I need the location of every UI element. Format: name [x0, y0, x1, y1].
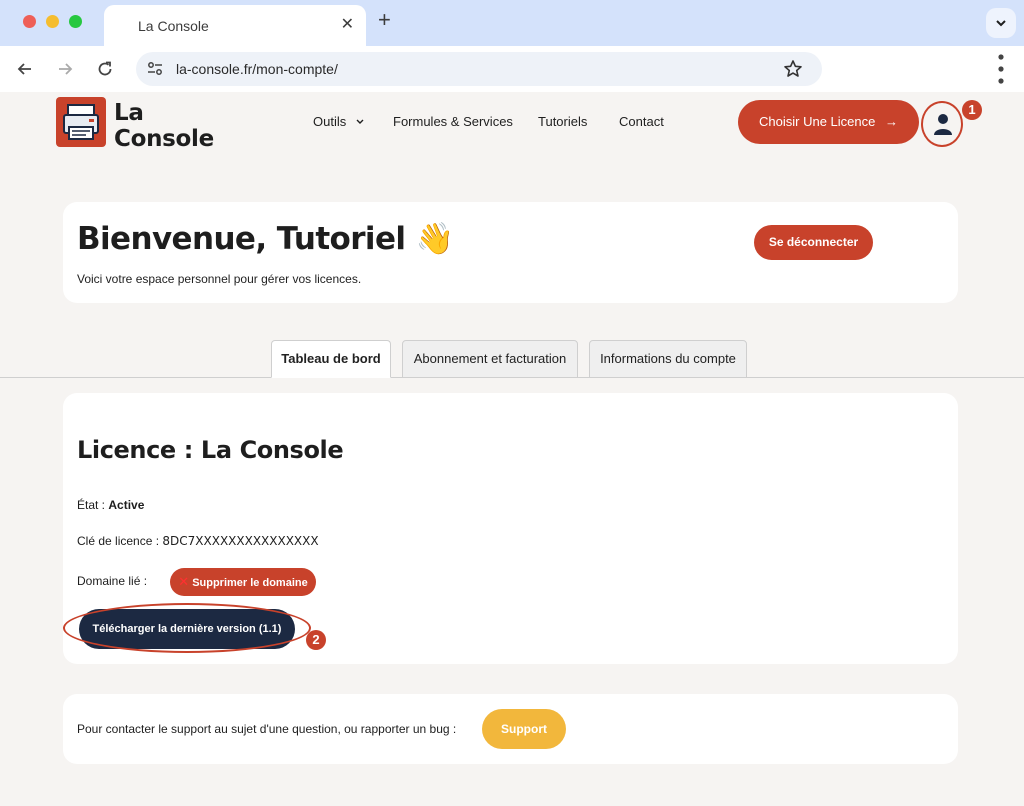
browser-toolbar: la-console.fr/mon-compte/	[0, 46, 1024, 92]
highlight-ring	[63, 603, 311, 653]
welcome-subtitle: Voici votre espace personnel pour gérer …	[77, 272, 362, 286]
page-content: La Console Outils Formules & Services Tu…	[0, 92, 1024, 806]
licence-card: Licence : La Console État : Active Clé d…	[63, 393, 958, 664]
tab-close-icon[interactable]: ✕	[341, 14, 354, 34]
tab-search-button[interactable]	[986, 8, 1016, 38]
back-arrow-icon[interactable]	[15, 59, 35, 79]
delete-domain-button[interactable]: ✕ Supprimer le domaine	[170, 568, 316, 596]
window-maximize-icon[interactable]	[69, 15, 82, 28]
logo-line-1: La	[114, 100, 144, 126]
url-text: la-console.fr/mon-compte/	[176, 61, 338, 77]
licence-key-label: Clé de licence :	[77, 534, 163, 548]
new-tab-icon[interactable]: +	[378, 9, 391, 31]
welcome-card: Bienvenue, Tutoriel 👋 Voici votre espace…	[63, 202, 958, 303]
step-badge-2: 2	[306, 630, 326, 650]
support-button[interactable]: Support	[482, 709, 566, 749]
delete-domain-label: Supprimer le domaine	[192, 577, 308, 589]
linked-domain-label: Domaine lié :	[77, 574, 148, 588]
nav-item-contact[interactable]: Contact	[619, 114, 664, 129]
choose-licence-label: Choisir Une Licence	[759, 114, 876, 129]
browser-tabbar: La Console ✕ +	[0, 0, 1024, 46]
tab-dashboard[interactable]: Tableau de bord	[271, 340, 391, 378]
printer-logo-icon	[56, 97, 106, 147]
logo-line-2: Console	[114, 126, 214, 152]
browser-tab[interactable]: La Console ✕	[104, 5, 366, 46]
tab-account-info[interactable]: Informations du compte	[589, 340, 747, 378]
window-minimize-icon[interactable]	[46, 15, 59, 28]
forward-arrow-icon[interactable]	[55, 59, 75, 79]
browser-tab-title: La Console	[138, 18, 209, 34]
licence-state-label: État :	[77, 498, 109, 512]
nav-outils-label: Outils	[313, 114, 347, 129]
choose-licence-button[interactable]: Choisir Une Licence →	[738, 100, 919, 144]
nav-item-formules[interactable]: Formules & Services	[393, 114, 513, 129]
nav-item-outils[interactable]: Outils	[313, 114, 365, 129]
address-bar[interactable]: la-console.fr/mon-compte/	[136, 52, 822, 86]
licence-key-row: Clé de licence : 8DC7XXXXXXXXXXXXXXX	[77, 534, 319, 548]
step-badge-1: 1	[962, 100, 982, 120]
kebab-menu-icon[interactable]	[998, 54, 1004, 84]
site-info-icon[interactable]	[146, 60, 164, 78]
tab-subscription-billing[interactable]: Abonnement et facturation	[402, 340, 578, 378]
page-title: Bienvenue, Tutoriel 👋	[77, 221, 454, 257]
licence-title: Licence : La Console	[77, 436, 344, 464]
chevron-down-icon	[996, 20, 1006, 27]
support-text: Pour contacter le support au sujet d'une…	[77, 722, 457, 736]
licence-key-value: 8DC7XXXXXXXXXXXXXXX	[162, 534, 319, 548]
delete-x-icon: ✕	[178, 574, 190, 589]
user-icon	[934, 114, 952, 135]
logout-button[interactable]: Se déconnecter	[754, 225, 873, 260]
window-close-icon[interactable]	[23, 15, 36, 28]
arrow-right-icon: →	[884, 114, 898, 129]
licence-state-row: État : Active	[77, 498, 144, 512]
site-logo-text: La Console	[114, 100, 214, 152]
nav-item-tutoriels[interactable]: Tutoriels	[538, 114, 587, 129]
chevron-down-icon	[356, 119, 364, 124]
reload-icon[interactable]	[95, 59, 115, 79]
star-icon[interactable]	[782, 58, 804, 80]
licence-state-value: Active	[108, 498, 145, 512]
account-button[interactable]	[921, 101, 963, 147]
support-card: Pour contacter le support au sujet d'une…	[63, 694, 958, 764]
